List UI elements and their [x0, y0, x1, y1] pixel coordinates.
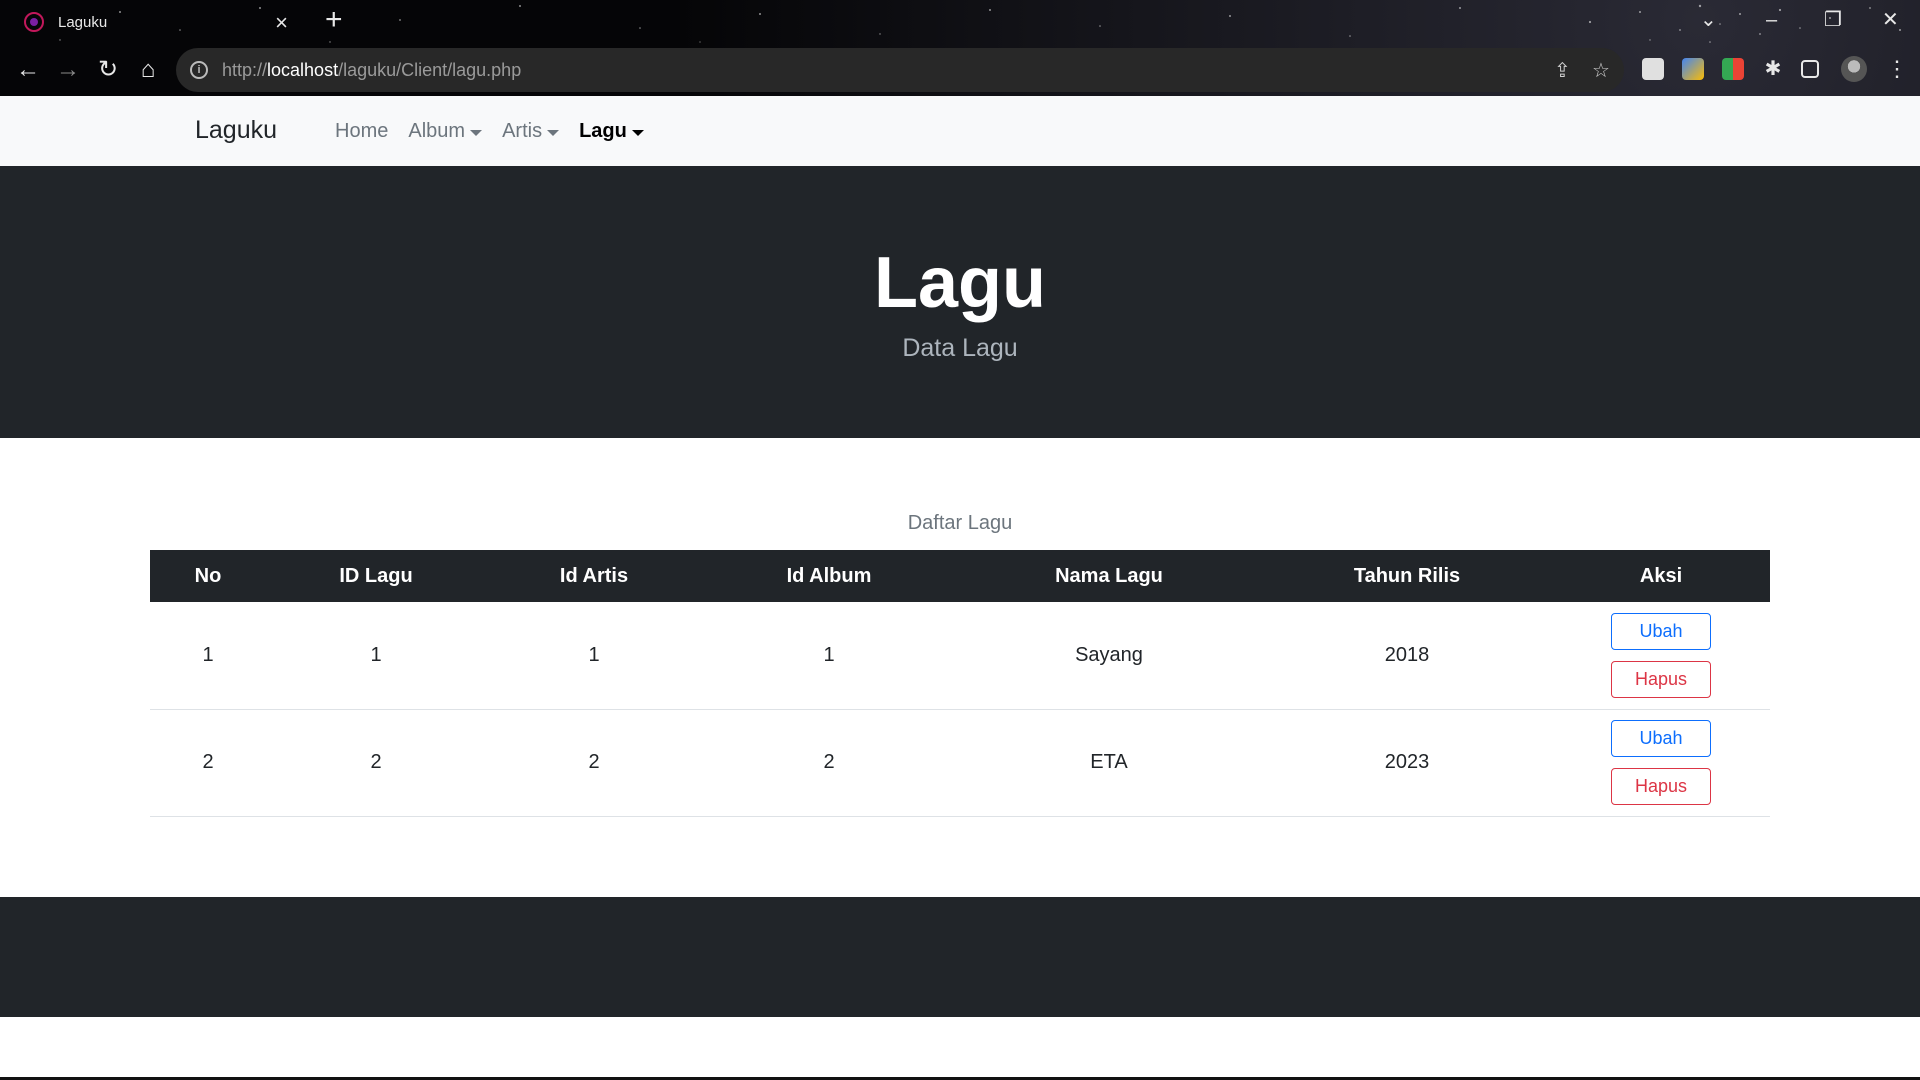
colorful-extension-icon[interactable] [1682, 58, 1704, 80]
bookmark-star-icon[interactable]: ☆ [1592, 58, 1610, 83]
header-no: No [194, 564, 222, 587]
page-subtitle: Data Lagu [902, 334, 1018, 362]
table-row: 1 1 1 1 Sayang 2018 Ubah Hapus [150, 602, 1770, 710]
browser-menu-icon[interactable]: ⋮ [1886, 58, 1908, 80]
cell-nama-lagu: Sayang [956, 602, 1262, 710]
cell-aksi: Ubah Hapus [1552, 602, 1770, 710]
cell-aksi: Ubah Hapus [1552, 709, 1770, 817]
table-caption: Daftar Lagu [907, 512, 1013, 534]
hero-banner: Lagu Data Lagu [0, 166, 1920, 438]
address-url: http://localhost/laguku/Client/lagu.php [222, 59, 522, 80]
browser-tab[interactable]: Laguku × [10, 6, 300, 38]
close-window-icon[interactable]: ✕ [1882, 4, 1899, 36]
cell-id-album: 2 [702, 709, 956, 817]
browser-chrome: Laguku × + ⌄ – ❐ ✕ ← → ↻ ⌂ i http://loca… [0, 0, 1920, 96]
table-row: 2 2 2 2 ETA 2023 Ubah Hapus [150, 709, 1770, 817]
header-id-album: Id Album [786, 564, 872, 587]
cell-id-artis: 1 [486, 602, 702, 710]
hapus-button[interactable]: Hapus [1611, 660, 1711, 698]
side-panel-icon[interactable] [1801, 60, 1819, 78]
extensions-puzzle-icon[interactable]: ✱ [1762, 58, 1784, 80]
minimize-icon[interactable]: – [1766, 4, 1777, 36]
header-id-lagu: ID Lagu [339, 564, 413, 587]
site-favicon-icon [24, 12, 44, 32]
navbar-links: Home Album Artis Lagu [335, 120, 664, 143]
back-arrow-icon[interactable]: ← [12, 54, 44, 86]
header-nama-lagu: Nama Lagu [1055, 564, 1163, 587]
cell-id-lagu: 1 [266, 602, 486, 710]
browser-toolbar: ← → ↻ ⌂ i http://localhost/laguku/Client… [0, 46, 1920, 94]
new-tab-plus-icon[interactable]: + [325, 4, 343, 36]
ubah-button[interactable]: Ubah [1611, 612, 1711, 650]
tab-search-chevron-icon[interactable]: ⌄ [1700, 4, 1717, 36]
nav-home[interactable]: Home [335, 120, 388, 143]
caret-down-icon [547, 129, 560, 136]
page-title: Lagu [874, 243, 1046, 323]
cell-no: 2 [150, 709, 266, 817]
ubah-button[interactable]: Ubah [1611, 720, 1711, 757]
header-tahun-rilis: Tahun Rilis [1353, 564, 1461, 587]
tab-title: Laguku [58, 13, 108, 31]
caret-down-icon [631, 129, 644, 136]
cell-tahun-rilis: 2018 [1262, 602, 1552, 710]
cell-id-album: 1 [702, 602, 956, 710]
restore-icon[interactable]: ❐ [1824, 4, 1842, 36]
profile-avatar[interactable] [1841, 56, 1867, 82]
reload-icon[interactable]: ↻ [92, 54, 124, 86]
header-aksi: Aksi [1639, 564, 1683, 587]
cell-id-artis: 2 [486, 709, 702, 817]
cell-id-lagu: 2 [266, 709, 486, 817]
hapus-button[interactable]: Hapus [1611, 768, 1711, 805]
cell-no: 1 [150, 602, 266, 710]
site-navbar: Laguku Home Album Artis Lagu [0, 96, 1920, 166]
site-footer [0, 897, 1920, 1017]
palette-extension-icon[interactable] [1722, 58, 1744, 80]
address-bar[interactable]: i http://localhost/laguku/Client/lagu.ph… [176, 48, 1624, 92]
forward-arrow-icon[interactable]: → [52, 54, 84, 86]
navbar-brand[interactable]: Laguku [195, 116, 277, 145]
tab-close-icon[interactable]: × [275, 10, 288, 36]
table-header-row: No ID Lagu Id Artis Id Album Nama Lagu T… [150, 550, 1770, 602]
cell-nama-lagu: ETA [956, 709, 1262, 817]
share-icon[interactable]: ⇪ [1554, 58, 1571, 83]
document-extension-icon[interactable] [1642, 58, 1664, 80]
site-info-icon[interactable]: i [190, 61, 208, 79]
home-icon[interactable]: ⌂ [132, 54, 164, 86]
nav-album-dropdown[interactable]: Album [408, 120, 483, 143]
caret-down-icon [470, 129, 483, 136]
header-id-artis: Id Artis [559, 564, 629, 587]
nav-lagu-dropdown[interactable]: Lagu [579, 120, 644, 143]
songs-table: No ID Lagu Id Artis Id Album Nama Lagu T… [150, 550, 1770, 817]
cell-tahun-rilis: 2023 [1262, 709, 1552, 817]
nav-artis-dropdown[interactable]: Artis [502, 120, 560, 143]
